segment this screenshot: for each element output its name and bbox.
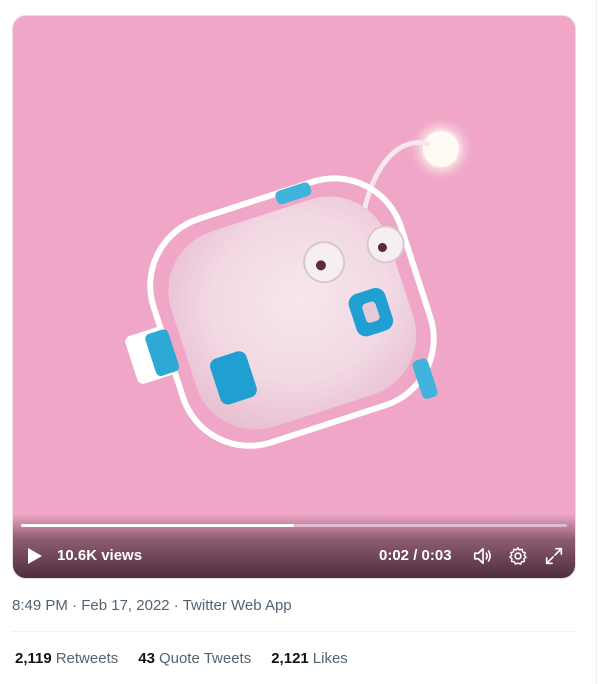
retweets-stat[interactable]: 2,119 Retweets — [15, 650, 118, 667]
tweet-timestamp-date[interactable]: Feb 17, 2022 — [81, 597, 169, 614]
tweet-stats: 2,119 Retweets 43 Quote Tweets 2,121 Lik… — [15, 650, 348, 667]
likes-stat[interactable]: 2,121 Likes — [271, 650, 348, 667]
video-controls: 10.6K views 0:02 / 0:03 — [13, 514, 575, 578]
video-frame-anglerfish — [13, 16, 575, 578]
divider — [12, 631, 576, 632]
likes-label: Likes — [312, 650, 348, 667]
progress-bar[interactable] — [21, 524, 567, 527]
retweets-count: 2,119 — [15, 650, 52, 667]
quote-tweets-label: Quote Tweets — [158, 650, 252, 667]
likes-count: 2,121 — [271, 650, 309, 667]
separator: · — [169, 597, 183, 614]
settings-icon[interactable] — [507, 545, 529, 567]
volume-icon[interactable] — [472, 545, 494, 567]
column-border — [596, 0, 597, 684]
separator: · — [67, 597, 82, 614]
play-icon[interactable] — [27, 547, 43, 565]
tweet-metadata: 8:49 PM · Feb 17, 2022 · Twitter Web App — [12, 597, 292, 614]
video-player[interactable]: 10.6K views 0:02 / 0:03 — [12, 15, 576, 579]
progress-bar-fill — [21, 524, 294, 527]
tweet-source: Twitter Web App — [182, 597, 292, 614]
quote-tweets-stat[interactable]: 43 Quote Tweets — [138, 650, 251, 667]
view-count: 10.6K views — [57, 547, 143, 564]
quote-tweets-count: 43 — [138, 650, 155, 667]
fullscreen-icon[interactable] — [543, 545, 565, 567]
retweets-label: Retweets — [55, 650, 119, 667]
video-time: 0:02 / 0:03 — [379, 547, 452, 564]
tweet-timestamp-time[interactable]: 8:49 PM — [12, 597, 68, 614]
